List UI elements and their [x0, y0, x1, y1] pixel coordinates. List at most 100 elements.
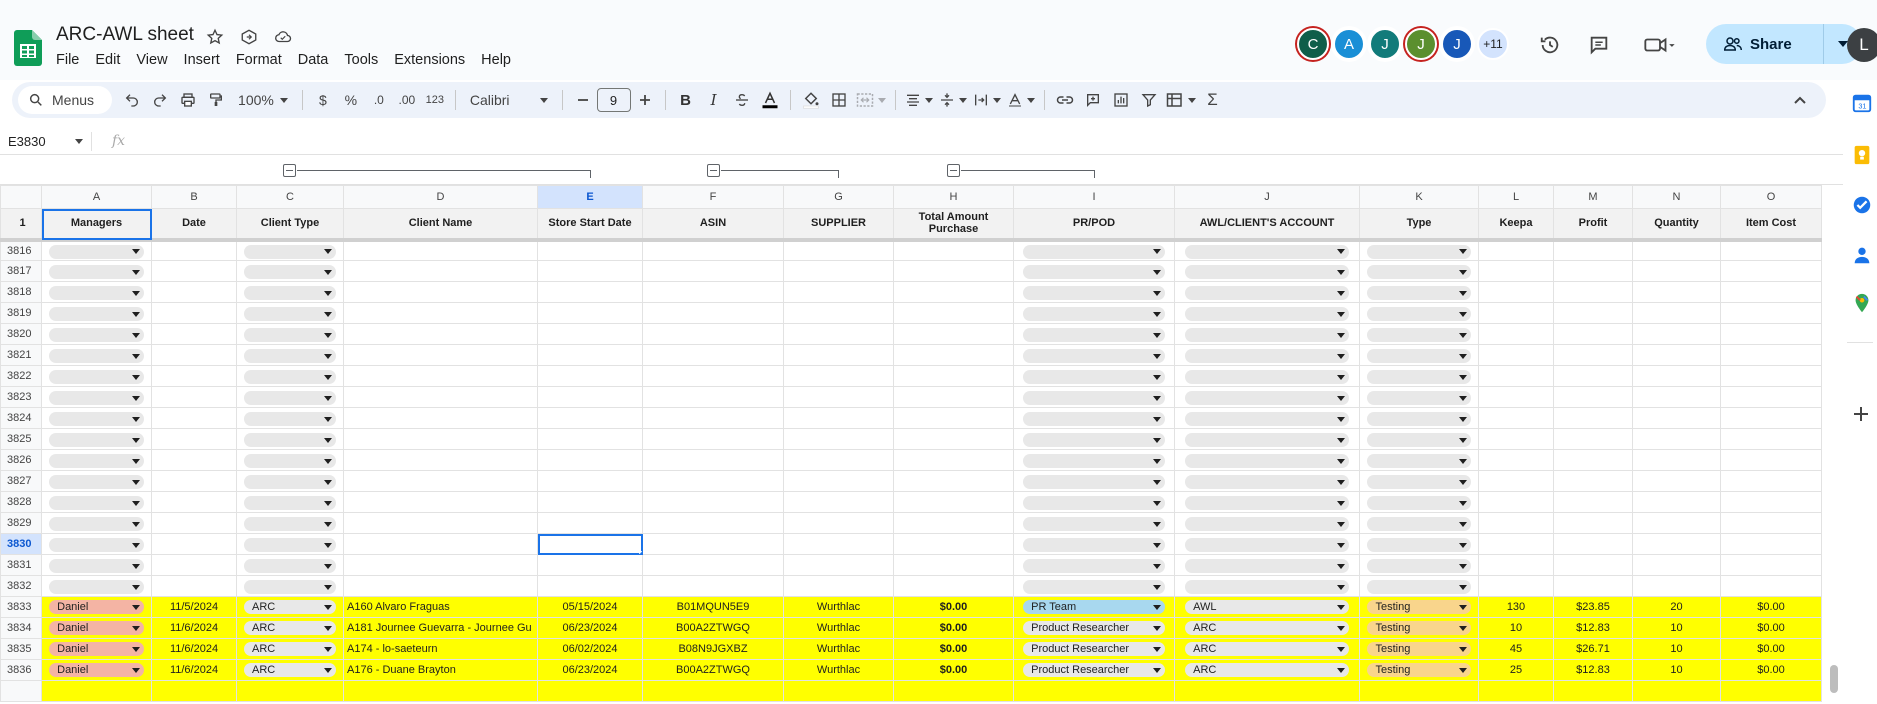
- cell[interactable]: [537, 554, 643, 576]
- dropdown-chip[interactable]: [1023, 265, 1165, 279]
- dropdown-chip[interactable]: PR Team: [1023, 600, 1165, 614]
- cell-asin[interactable]: B01MQUN5E9: [642, 596, 784, 618]
- cell[interactable]: [1013, 575, 1175, 597]
- cell[interactable]: [236, 554, 344, 576]
- cell[interactable]: [343, 302, 538, 324]
- dropdown-chip[interactable]: [1023, 538, 1165, 552]
- cell[interactable]: [537, 449, 643, 471]
- row-number[interactable]: 1: [0, 208, 42, 242]
- cell[interactable]: [537, 512, 643, 534]
- cell[interactable]: [1478, 554, 1554, 576]
- cell[interactable]: [1013, 407, 1175, 429]
- cell-pr-pod[interactable]: Product Researcher: [1013, 659, 1175, 681]
- cell[interactable]: [1720, 533, 1822, 555]
- cell[interactable]: [1174, 323, 1360, 345]
- cell-client-name[interactable]: A176 - Duane Brayton: [343, 659, 538, 681]
- dropdown-chip[interactable]: [1185, 496, 1349, 510]
- cell[interactable]: [642, 260, 784, 282]
- cell[interactable]: [642, 575, 784, 597]
- filter-icon[interactable]: [1135, 86, 1163, 114]
- dropdown-chip[interactable]: [1367, 454, 1471, 468]
- cell[interactable]: [1478, 302, 1554, 324]
- cell[interactable]: [783, 470, 894, 492]
- cell[interactable]: [783, 239, 894, 261]
- cell-item-cost[interactable]: $0.00: [1720, 617, 1822, 639]
- cell[interactable]: [783, 365, 894, 387]
- cell[interactable]: [783, 407, 894, 429]
- dropdown-chip[interactable]: [1023, 244, 1165, 259]
- column-header-b[interactable]: B: [151, 185, 237, 209]
- dropdown-chip[interactable]: ARC: [244, 621, 336, 635]
- cell[interactable]: [642, 470, 784, 492]
- column-header-d[interactable]: D: [343, 185, 538, 209]
- cell-date[interactable]: 11/6/2024: [151, 617, 237, 639]
- cell[interactable]: [537, 260, 643, 282]
- cell[interactable]: [236, 302, 344, 324]
- cell[interactable]: [1013, 554, 1175, 576]
- cell-client-type[interactable]: ARC: [236, 617, 344, 639]
- sheets-logo-icon[interactable]: [14, 30, 42, 66]
- cell-quantity[interactable]: 20: [1632, 596, 1721, 618]
- cell[interactable]: [1478, 491, 1554, 513]
- cell-total[interactable]: $0.00: [893, 638, 1014, 660]
- column-header-f[interactable]: F: [642, 185, 784, 209]
- cell[interactable]: [41, 428, 152, 450]
- cell[interactable]: [783, 260, 894, 282]
- row-number[interactable]: 3833: [0, 596, 42, 618]
- cell[interactable]: [1174, 428, 1360, 450]
- cell[interactable]: [343, 365, 538, 387]
- cell[interactable]: [236, 323, 344, 345]
- header-cell[interactable]: SUPPLIER: [783, 208, 894, 242]
- cell[interactable]: [537, 386, 643, 408]
- cell[interactable]: [642, 449, 784, 471]
- dropdown-chip[interactable]: ARC: [244, 600, 336, 614]
- insert-comment-icon[interactable]: [1079, 86, 1107, 114]
- cell[interactable]: [783, 575, 894, 597]
- dropdown-chip[interactable]: [49, 454, 144, 468]
- cell[interactable]: [1720, 554, 1822, 576]
- row-number[interactable]: 3834: [0, 617, 42, 639]
- cell[interactable]: [41, 281, 152, 303]
- cell[interactable]: [783, 344, 894, 366]
- header-cell[interactable]: Item Cost: [1720, 208, 1822, 242]
- dropdown-chip[interactable]: [1185, 538, 1349, 552]
- undo-icon[interactable]: [118, 86, 146, 114]
- cell[interactable]: [236, 512, 344, 534]
- cell[interactable]: [1632, 344, 1721, 366]
- cell-quantity[interactable]: 10: [1632, 659, 1721, 681]
- dropdown-chip[interactable]: [1367, 370, 1471, 384]
- cell-date[interactable]: 11/5/2024: [151, 596, 237, 618]
- dropdown-chip[interactable]: [244, 370, 336, 384]
- cell-total[interactable]: $0.00: [893, 617, 1014, 639]
- cell[interactable]: [151, 260, 237, 282]
- cell[interactable]: [1632, 260, 1721, 282]
- cell[interactable]: [1359, 449, 1479, 471]
- fill-handle[interactable]: [639, 551, 642, 554]
- cell[interactable]: [1359, 365, 1479, 387]
- cell[interactable]: [642, 512, 784, 534]
- dropdown-chip[interactable]: [1185, 265, 1349, 279]
- cell[interactable]: [1720, 428, 1822, 450]
- cell-type[interactable]: Testing: [1359, 638, 1479, 660]
- menu-tools[interactable]: Tools: [336, 50, 386, 70]
- dropdown-chip[interactable]: ARC: [1185, 642, 1349, 656]
- horizontal-align-icon[interactable]: [902, 86, 936, 114]
- cell[interactable]: [343, 428, 538, 450]
- dropdown-chip[interactable]: [49, 538, 144, 552]
- header-cell[interactable]: AWL/CLIENT'S ACCOUNT: [1174, 208, 1360, 242]
- bold-icon[interactable]: B: [672, 86, 700, 114]
- cell[interactable]: [893, 533, 1014, 555]
- cell[interactable]: [1013, 302, 1175, 324]
- row-number[interactable]: 3824: [0, 407, 42, 429]
- row-number[interactable]: 3818: [0, 281, 42, 303]
- row-number[interactable]: 3836: [0, 659, 42, 681]
- cell-profit[interactable]: $12.83: [1553, 659, 1633, 681]
- cell-client-type[interactable]: ARC: [236, 659, 344, 681]
- cell[interactable]: [236, 680, 344, 702]
- cell-client-type[interactable]: ARC: [236, 596, 344, 618]
- strikethrough-icon[interactable]: [728, 86, 756, 114]
- cell[interactable]: [1553, 260, 1633, 282]
- dropdown-chip[interactable]: [1023, 496, 1165, 510]
- font-size-input[interactable]: 9: [596, 88, 631, 112]
- dropdown-chip[interactable]: [1367, 580, 1471, 594]
